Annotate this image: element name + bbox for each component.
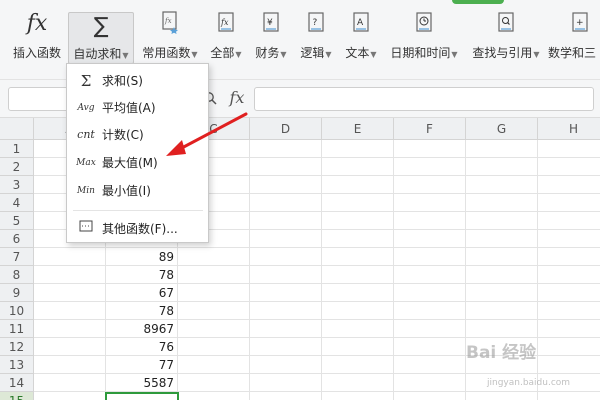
menu-item-other-functions[interactable]: 其他函数(F)... [67,216,208,242]
clock-book-icon [386,10,462,38]
column-header-h[interactable]: H [538,118,600,140]
chevron-down-icon: ▼ [122,51,129,60]
cnt-icon: cnt [77,128,95,141]
row-header-8[interactable]: 8 [0,266,34,284]
search-book-icon [468,10,544,38]
menu-item-sum[interactable]: Σ 求和(S) [67,68,208,94]
all-functions-button[interactable]: fx 全部▼ [206,10,246,61]
row-header-1[interactable]: 1 [0,140,34,158]
chevron-down-icon: ▼ [451,50,458,59]
svg-text:fx: fx [164,17,172,25]
max-icon: Max [76,158,96,168]
plus-book-icon: + [570,10,600,38]
row-header-12[interactable]: 12 [0,338,34,356]
row-header-15[interactable]: 15 [0,392,34,400]
svg-text:?: ? [313,18,318,28]
row-header-14[interactable]: 14 [0,374,34,392]
chevron-down-icon: ▼ [191,50,198,59]
row-header-3[interactable]: 3 [0,176,34,194]
star-fx-icon: fx [140,10,200,38]
common-functions-button[interactable]: fx 常用函数▼ [140,10,200,61]
autosum-dropdown-menu: Σ 求和(S) Avg 平均值(A) cnt 计数(C) Max 最大值(M) … [66,63,209,243]
lookup-reference-button[interactable]: 查找与引用▼ [468,10,544,61]
cell-b12[interactable]: 76 [106,338,178,356]
row-header-7[interactable]: 7 [0,248,34,266]
cell-b13[interactable]: 77 [106,356,178,374]
column-header-e[interactable]: E [322,118,394,140]
sigma-icon: ∑ [93,14,109,39]
chevron-down-icon: ▼ [533,50,540,59]
row-header-5[interactable]: 5 [0,212,34,230]
avg-icon: Avg [77,103,95,113]
row-header-11[interactable]: 11 [0,320,34,338]
watermark-url: jingyan.baidu.com [487,378,571,388]
row-header-4[interactable]: 4 [0,194,34,212]
menu-item-min[interactable]: Min 最小值(I) [67,178,208,204]
row-header-13[interactable]: 13 [0,356,34,374]
cell-b14[interactable]: 5587 [106,374,178,392]
menu-item-count[interactable]: cnt 计数(C) [67,122,208,148]
svg-text:¥: ¥ [267,18,273,28]
name-box[interactable] [8,87,72,111]
cell-b10[interactable]: 78 [106,302,178,320]
min-icon: Min [77,186,95,196]
chevron-down-icon: ▼ [370,50,377,59]
text-functions-button[interactable]: A 文本▼ [340,10,382,61]
autosum-button[interactable]: ∑ 自动求和▼ [68,12,134,64]
menu-separator [73,210,203,211]
chevron-down-icon: ▼ [280,50,287,59]
row-header-6[interactable]: 6 [0,230,34,248]
other-functions-icon [75,216,97,242]
sigma-icon: Σ [80,72,92,90]
column-header-d[interactable]: D [250,118,322,140]
menu-item-average[interactable]: Avg 平均值(A) [67,95,208,121]
selected-cell-b15[interactable] [105,392,179,400]
cell-b8[interactable]: 78 [106,266,178,284]
insert-function-button[interactable]: fx 插入函数 [8,10,66,61]
fx-book-icon: fx [206,10,246,38]
watermark: Bai 经验 [466,343,537,363]
row-header-10[interactable]: 10 [0,302,34,320]
menu-item-max[interactable]: Max 最大值(M) [67,150,208,176]
cell-b11[interactable]: 8967 [106,320,178,338]
svg-text:A: A [357,18,364,28]
math-trig-button[interactable]: + 数学和三 [548,10,600,61]
svg-text:+: + [576,18,584,28]
a-book-icon: A [340,10,382,38]
finance-button[interactable]: ¥ 财务▼ [251,10,291,61]
select-all-corner[interactable] [0,118,34,140]
yen-book-icon: ¥ [251,10,291,38]
active-tab-indicator [452,0,504,4]
column-header-f[interactable]: F [394,118,466,140]
question-book-icon: ? [296,10,336,38]
cell-b9[interactable]: 67 [106,284,178,302]
chevron-down-icon: ▼ [325,50,332,59]
formula-input[interactable] [254,87,594,111]
fx-icon: fx [26,11,48,36]
formula-bar-controls: fx [203,88,244,107]
svg-text:fx: fx [220,18,229,27]
chevron-down-icon: ▼ [235,50,242,59]
datetime-button[interactable]: 日期和时间▼ [386,10,462,61]
cell-b7[interactable]: 89 [106,248,178,266]
fx-icon[interactable]: fx [229,88,244,107]
row-header-9[interactable]: 9 [0,284,34,302]
column-header-g[interactable]: G [466,118,538,140]
logic-button[interactable]: ? 逻辑▼ [296,10,336,61]
row-header-2[interactable]: 2 [0,158,34,176]
